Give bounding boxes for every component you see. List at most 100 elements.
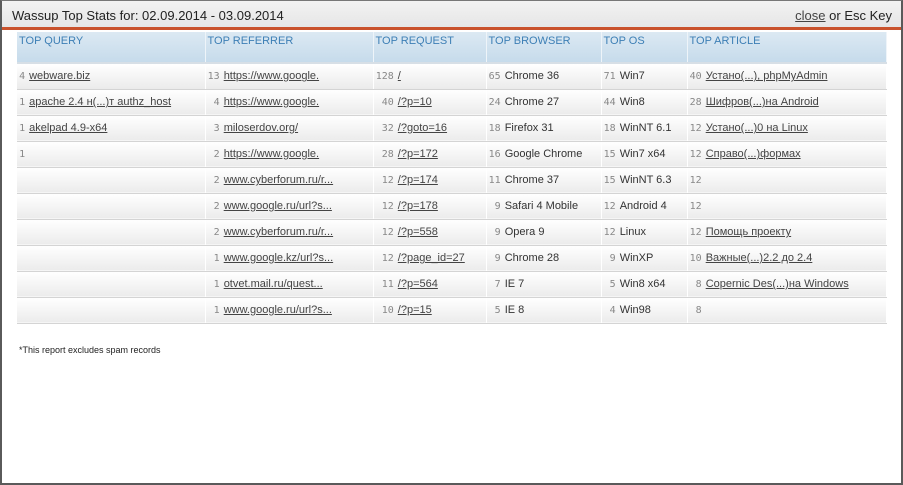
entry-label: Chrome 28 xyxy=(504,252,560,264)
entry-label: Linux xyxy=(619,226,646,238)
entry-link[interactable]: /?p=15 xyxy=(398,304,432,316)
entry-link[interactable]: /?p=564 xyxy=(398,278,438,290)
hit-count: 40 xyxy=(381,97,394,108)
hit-count: 3 xyxy=(213,123,220,134)
entry-link[interactable]: /?p=178 xyxy=(398,200,438,212)
entry-label: WinNT 6.3 xyxy=(619,174,672,186)
table-row: 1 apache 2.4 н(...)т authz_host 4 https://w… xyxy=(17,89,887,116)
column-header: TOP BROWSER xyxy=(486,32,602,64)
entry-link[interactable]: https://www.google. xyxy=(224,148,319,160)
table-cell: 10 /?p=15 xyxy=(373,297,487,324)
table-row: 1 otvet.mail.ru/quest... 11/?p=564 7 IE 7 5 Wi… xyxy=(17,271,887,298)
hit-count: 12 xyxy=(689,201,702,212)
entry-link[interactable]: www.google.kz/url?s... xyxy=(224,252,333,264)
entry-label: Google Chrome xyxy=(504,148,583,160)
table-cell: 12 Справо(...)формах xyxy=(687,141,887,168)
footer-note: *This report excludes spam records xyxy=(19,345,161,355)
entry-link[interactable]: webware.biz xyxy=(29,70,90,82)
table-row: 4 webware.biz 13 https://www.google. 128/65 C… xyxy=(17,63,887,90)
entry-link[interactable]: / xyxy=(398,70,401,82)
entry-link[interactable]: Устано(...)0 на Linux xyxy=(706,122,808,134)
header-row: TOP QUERY TOP REFERRER TOP REQUEST TOP BROW… xyxy=(17,32,887,64)
close-link[interactable]: close xyxy=(795,8,825,23)
table-cell: 12 /?p=174 xyxy=(373,167,487,194)
table-cell: 24 Chrome 27 xyxy=(486,89,602,116)
table-cell: 18 WinNT 6.1 xyxy=(601,115,688,142)
table-cell: 1 apache 2.4 н(...)т authz_host xyxy=(17,89,206,116)
hit-count: 2 xyxy=(213,227,220,238)
entry-link[interactable]: Справо(...)формах xyxy=(706,148,801,160)
hit-count: 24 xyxy=(488,97,501,108)
table-cell: 12 xyxy=(687,167,887,194)
entry-link[interactable]: apache 2.4 н(...)т authz_host xyxy=(29,96,171,108)
hit-count: 128 xyxy=(375,71,394,83)
stats-dialog: Wassup Top Stats for: 02.09.2014 - 03.09… xyxy=(0,0,903,485)
entry-label: Chrome 36 xyxy=(504,70,560,83)
hit-count: 10 xyxy=(381,305,394,316)
entry-label: Win8 xyxy=(619,96,645,108)
hit-count: 44 xyxy=(603,97,616,108)
entry-link[interactable]: www.google.ru/url?s... xyxy=(224,200,332,212)
close-hint: or Esc Key xyxy=(825,8,892,23)
table-cell: 9 Chrome 28 xyxy=(486,245,602,272)
table-cell: 5 Win8 x64 xyxy=(601,271,688,298)
entry-link[interactable]: www.cyberforum.ru/r... xyxy=(224,226,333,238)
table-cell: 1 www.google.ru/url?s... xyxy=(205,297,374,324)
entry-link[interactable]: /?p=558 xyxy=(398,226,438,238)
table-cell xyxy=(17,297,206,324)
entry-link[interactable]: https://www.google. xyxy=(224,70,319,82)
hit-count: 28 xyxy=(381,149,394,160)
entry-link[interactable]: https://www.google. xyxy=(224,96,319,108)
dialog-title: Wassup Top Stats for: 02.09.2014 - 03.09… xyxy=(12,8,284,23)
hit-count: 12 xyxy=(603,227,616,238)
table-cell: 16 Google Chrome xyxy=(486,141,602,168)
entry-link[interactable]: otvet.mail.ru/quest... xyxy=(224,278,323,290)
entry-link[interactable]: Важные(...)2.2 до 2.4 xyxy=(706,252,813,264)
table-row: 2 www.cyberforum.ru/r... 12 /?p=174 11 Chrome… xyxy=(17,167,887,194)
entry-link[interactable]: Помощь проекту xyxy=(706,226,791,238)
hit-count: 9 xyxy=(609,253,616,264)
entry-link[interactable]: Шифров(...)на Android xyxy=(706,96,819,108)
hit-count: 11 xyxy=(381,279,394,290)
hit-count: 1 xyxy=(213,279,220,290)
entry-link[interactable]: www.cyberforum.ru/r... xyxy=(224,174,333,186)
entry-label: Safari 4 Mobile xyxy=(504,200,579,212)
table-row: 1 www.google.ru/url?s... 10/?p=15 5 IE 8 4 Win… xyxy=(17,297,887,324)
entry-link[interactable]: www.google.ru/url?s... xyxy=(224,304,332,316)
entry-link[interactable]: /?goto=16 xyxy=(398,122,447,134)
table-row: 2 www.google.ru/url?s... 12 /?p=178 9 Safari … xyxy=(17,193,887,220)
entry-label: Firefox 31 xyxy=(504,122,554,134)
table-cell: 2 www.google.ru/url?s... xyxy=(205,193,374,220)
table-cell xyxy=(17,193,206,220)
column-header: TOP REQUEST xyxy=(373,32,487,64)
hit-count: 12 xyxy=(381,227,394,238)
table-cell: 2 https://www.google. xyxy=(205,141,374,168)
table-cell: 44 Win8 xyxy=(601,89,688,116)
entry-label: WinNT 6.1 xyxy=(619,122,672,134)
hit-count: 32 xyxy=(381,123,394,134)
table-cell: 4 webware.biz xyxy=(17,63,206,90)
entry-label: Win98 xyxy=(619,304,651,316)
table-cell: 65 Chrome 36 xyxy=(486,63,602,90)
entry-link[interactable]: /?p=174 xyxy=(398,174,438,186)
table-cell: 9 WinXP xyxy=(601,245,688,272)
hit-count: 5 xyxy=(609,279,616,290)
hit-count: 15 xyxy=(603,149,616,160)
entry-link[interactable]: akelpad 4.9-x64 xyxy=(29,122,107,134)
entry-link[interactable]: /?p=10 xyxy=(398,96,432,108)
title-bar: Wassup Top Stats for: 02.09.2014 - 03.09… xyxy=(2,1,901,30)
hit-count: 8 xyxy=(695,279,702,290)
table-cell: 18 Firefox 31 xyxy=(486,115,602,142)
entry-link[interactable]: /?p=172 xyxy=(398,148,438,160)
entry-link[interactable]: /?page_id=27 xyxy=(398,252,465,264)
column-header: TOP ARTICLE xyxy=(687,32,887,64)
table-cell: 1 akelpad 4.9-x64 xyxy=(17,115,206,142)
table-cell: 9 Opera 9 xyxy=(486,219,602,246)
hit-count: 15 xyxy=(603,175,616,186)
hit-count: 16 xyxy=(488,149,501,160)
entry-label: Chrome 37 xyxy=(504,174,560,186)
table-cell: 40 Устано(...), phpMyAdmin xyxy=(687,63,887,90)
entry-link[interactable]: miloserdov.org/ xyxy=(224,122,298,134)
entry-link[interactable]: Устано(...), phpMyAdmin xyxy=(706,70,828,82)
entry-link[interactable]: Copernic Des(...)на Windows xyxy=(706,278,849,290)
